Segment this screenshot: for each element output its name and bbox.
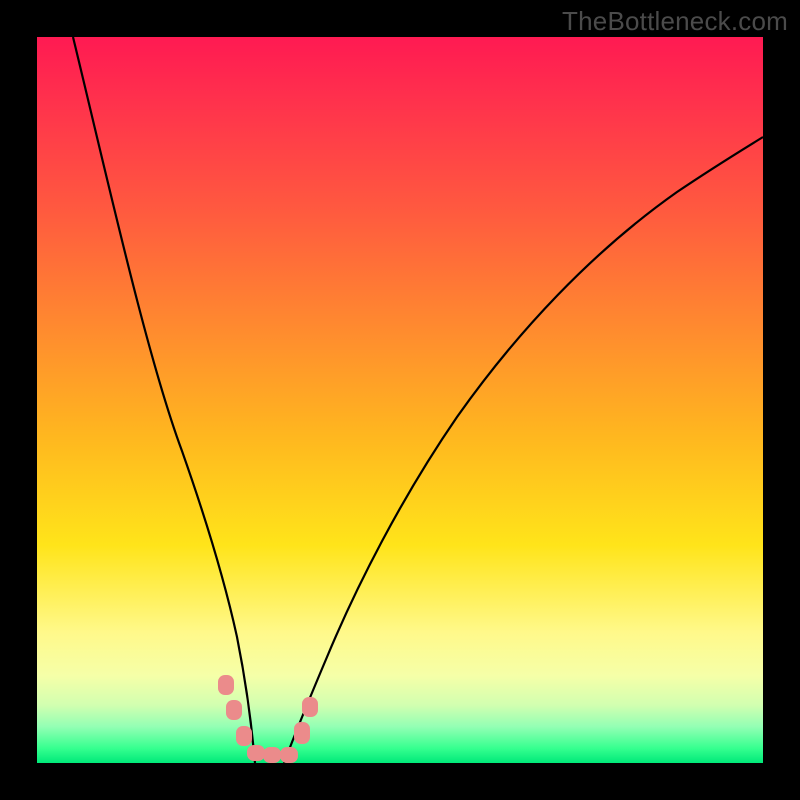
- marker-6: [280, 747, 298, 763]
- marker-2: [226, 700, 242, 720]
- watermark-text: TheBottleneck.com: [562, 6, 788, 37]
- marker-4: [247, 745, 265, 761]
- curve-right-branch: [284, 137, 763, 763]
- marker-3: [236, 726, 252, 746]
- curve-layer: [37, 37, 763, 763]
- marker-8: [302, 697, 318, 717]
- outer-frame: TheBottleneck.com: [0, 0, 800, 800]
- curve-left-branch: [73, 37, 255, 763]
- marker-7: [294, 722, 310, 744]
- marker-1: [218, 675, 234, 695]
- plot-area: [37, 37, 763, 763]
- marker-5: [263, 747, 281, 763]
